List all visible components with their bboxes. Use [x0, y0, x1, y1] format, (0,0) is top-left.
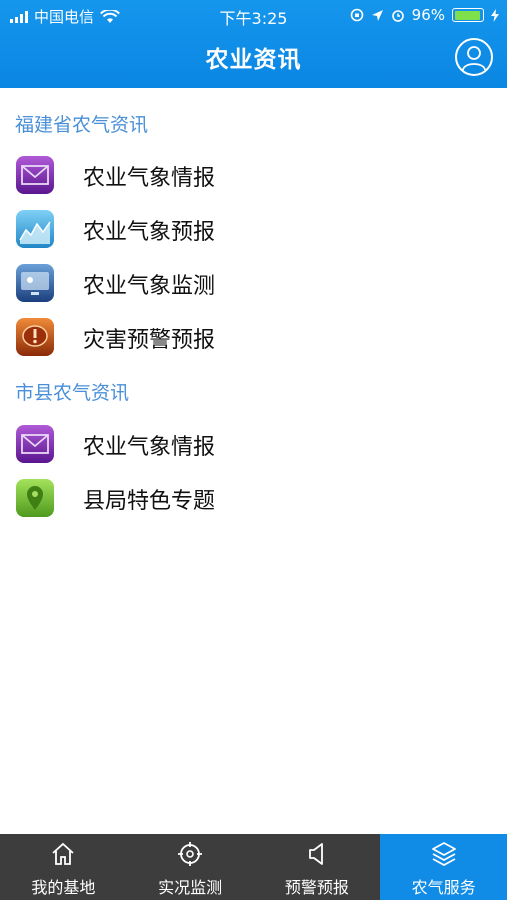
user-circle-icon[interactable]: [455, 38, 493, 76]
tab-live-monitoring[interactable]: 实况监测: [127, 834, 254, 900]
tab-my-base[interactable]: 我的基地: [0, 834, 127, 900]
list-item-label: 农业气象预报: [83, 220, 216, 245]
charging-icon: [491, 8, 499, 22]
list-item-label: 县局特色专题: [83, 489, 216, 514]
battery-percent: 96%: [411, 6, 445, 24]
tab-label: 我的基地: [31, 878, 96, 897]
location-arrow-icon: [371, 9, 383, 21]
tab-label: 实况监测: [158, 878, 223, 897]
speaker-icon: [308, 843, 323, 865]
tab-agri-service[interactable]: 农气服务: [380, 834, 507, 900]
list-item-label: 农业气象情报: [83, 166, 216, 191]
tab-bar: 我的基地 实况监测 预警预报 农气服务: [0, 834, 507, 900]
list-item-province-intel[interactable]: 农业气象情报: [0, 148, 507, 202]
app-screen: 中国电信 下午3:25 96% 农业资讯 福建省农气资讯 农业气象情报 农业气象…: [0, 0, 507, 900]
list-item-county-topics[interactable]: 县局特色专题: [0, 471, 507, 525]
home-icon: [52, 842, 74, 865]
tab-label: 预警预报: [284, 878, 349, 897]
mail-icon: [16, 425, 54, 463]
list-item-label: 农业气象情报: [83, 435, 216, 460]
alarm-icon: [391, 10, 404, 22]
tab-warning-forecast[interactable]: 预警预报: [254, 834, 381, 900]
list-item-province-forecast[interactable]: 农业气象预报: [0, 202, 507, 256]
page-title: 农业资讯: [205, 47, 302, 73]
chart-icon: [16, 210, 54, 248]
header: 中国电信 下午3:25 96% 农业资讯: [0, 0, 507, 88]
tab-label: 农气服务: [411, 878, 476, 897]
rotation-lock-icon: [350, 8, 363, 22]
list-item-label: 灾害预警预报: [83, 328, 216, 353]
section-title-province: 福建省农气资讯: [15, 114, 149, 136]
monitor-icon: [16, 264, 54, 302]
list-item-county-intel[interactable]: 农业气象情报: [0, 417, 507, 471]
location-pin-icon: [16, 479, 54, 517]
target-icon: [178, 842, 203, 866]
warning-icon: [16, 318, 54, 356]
status-bar: 中国电信 下午3:25 96%: [0, 0, 507, 30]
mail-icon: [16, 156, 54, 194]
list-item-province-warning[interactable]: 灾害预警预报: [0, 310, 507, 364]
section-title-county: 市县农气资讯: [15, 382, 130, 404]
layers-icon: [431, 842, 456, 867]
list-item-province-monitor[interactable]: 农业气象监测: [0, 256, 507, 310]
battery-icon: [452, 8, 484, 22]
list-item-label: 农业气象监测: [83, 274, 216, 299]
